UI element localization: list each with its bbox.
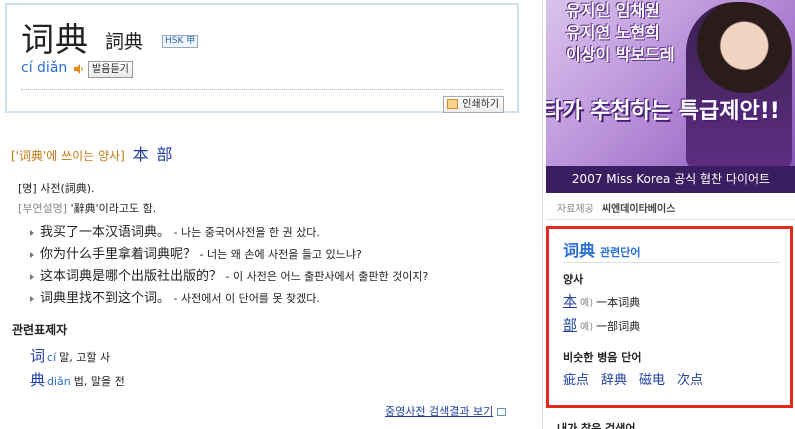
measure-word-link[interactable]: 本 [563,294,577,310]
next-section-title: 내가 찾은 검색어 [557,422,636,429]
measure-link-bu[interactable]: 部 [157,145,173,164]
similar-words: 疵点 辞典 磁电 次点 [563,369,715,388]
related-char[interactable]: 词 [30,347,45,365]
similar-word-link[interactable]: 磁电 [639,373,665,388]
similar-word-link[interactable]: 辞典 [601,373,627,388]
example-ko: - 이 사전은 어느 출판사에서 출판한 것이지? [222,270,429,283]
note-label: [부연설명] [18,202,68,215]
hsk-badge: HSK 甲 [162,35,199,48]
ad-banner[interactable]: 유지인 임채원 유지연 노현희 이상이 박보드레 타가 추천하는 특급제안!! … [546,0,795,193]
listen-button[interactable]: 발음듣기 [88,61,133,78]
related-title: 관련표제자 [12,323,68,337]
example-sentence: 词典里找不到这个词。 - 사전에서 이 단어를 못 찾겠다. [30,287,320,306]
example-sentence: 这本词典是哪个出版社出版的？ - 이 사전은 어느 출판사에서 출판한 것이지? [30,265,428,284]
ad-line: 유지연 노현희 [566,23,660,42]
source-label: 자료제공 [557,204,594,215]
measure-section-title: 양사 [563,273,584,286]
ad-person-image [686,2,792,170]
divider [546,219,795,220]
ad-line: 이상이 박보드레 [566,45,675,64]
example-zh: 你为什么手里拿着词典呢？ [40,247,197,262]
similar-word-link[interactable]: 疵点 [563,373,589,388]
example-sentence: 你为什么手里拿着词典呢？ - 너는 왜 손에 사전을 들고 있느냐? [30,243,362,262]
related-words-box: 词典 관련단어 양사 本 예) 一本词典 部 예) 一部词典 비슷한 병음 단어 疵点 辞典… [546,226,793,408]
note-text: '辭典'이라고도 함. [70,202,157,215]
similar-section-title: 비슷한 병음 단어 [563,351,642,364]
source-credit: 자료제공 씨엔데이타베이스 [557,200,675,215]
headword: 词典 [21,20,89,59]
search-result-label: 중영사전 검색결과 보기 [385,405,494,418]
print-button[interactable]: 인쇄하기 [443,96,504,113]
divider [563,262,780,263]
example-ko: - 나는 중국어사전을 한 권 샀다. [170,226,320,239]
source-provider[interactable]: 씨엔데이타베이스 [602,204,676,215]
measure-words: ['词典'에 쓰이는 양사] 本 部 [11,141,173,165]
example-sentence: 我买了一本汉语词典。 - 나는 중국어사전을 한 권 샀다. [30,221,320,240]
example-ko: - 사전에서 이 단어를 못 찾겠다. [170,292,320,305]
measure-word-item: 部 예) 一部词典 [563,315,640,335]
ad-line: 유지인 임채원 [566,1,660,20]
pinyin: cí diǎn [21,60,68,76]
related-box-title: 관련단어 [600,246,641,259]
example-marker: 예) [580,322,594,333]
ad-caption: 2007 Miss Korea 공식 협찬 다이어트 [546,166,795,193]
definition-pos: [명] 사전(詞典). [18,182,95,195]
bullet-icon [30,251,34,258]
speaker-icon[interactable] [73,63,85,75]
window-icon [497,408,507,416]
bullet-icon [30,273,34,280]
related-meaning: 법, 말을 전 [73,375,125,388]
measure-example: 一本词典 [596,296,641,309]
related-pinyin: diǎn [47,375,71,388]
ad-slogan: 타가 추천하는 특급제안!! [546,99,780,124]
similar-word-link[interactable]: 次点 [677,373,703,388]
bullet-icon [30,295,34,302]
related-pinyin: cí [47,351,57,364]
measure-word-link[interactable]: 部 [563,318,577,334]
related-box-heading: 词典 관련단어 [563,237,641,261]
measure-title: ['词典'에 쓰이는 양사] [11,149,125,163]
related-item[interactable]: 典 diǎn 법, 말을 전 [30,369,125,390]
traditional-form: 詞典 [105,31,144,53]
related-meaning: 말, 고할 사 [59,351,111,364]
ad-names: 유지인 임채원 유지연 노현희 이상이 박보드레 [566,0,675,66]
bullet-icon [30,229,34,236]
example-zh: 词典里找不到这个词。 [40,291,171,306]
search-result-link[interactable]: 중영사전 검색결과 보기 [385,403,507,419]
example-zh: 这本词典是哪个出版社出版的？ [40,269,223,284]
definition-note: [부연설명] '辭典'이라고도 함. [18,200,156,216]
related-box-word: 词典 [563,241,596,260]
entry-header: 词典 詞典 HSK 甲 cí diǎn 발음듣기 인쇄하기 [5,3,519,113]
right-column: 유지인 임채원 유지연 노현희 이상이 박보드레 타가 추천하는 특급제안!! … [542,0,795,429]
measure-link-ben[interactable]: 本 [133,145,149,164]
example-zh: 我买了一本汉语词典。 [40,225,171,240]
related-item[interactable]: 词 cí 말, 고할 사 [30,345,110,366]
print-label: 인쇄하기 [462,99,499,110]
example-ko: - 너는 왜 손에 사전을 들고 있느냐? [196,248,362,261]
example-marker: 예) [580,298,594,309]
related-char[interactable]: 典 [30,371,45,389]
measure-example: 一部词典 [596,320,641,333]
divider [21,89,503,90]
measure-word-item: 本 예) 一本词典 [563,291,640,311]
printer-icon [447,99,459,109]
